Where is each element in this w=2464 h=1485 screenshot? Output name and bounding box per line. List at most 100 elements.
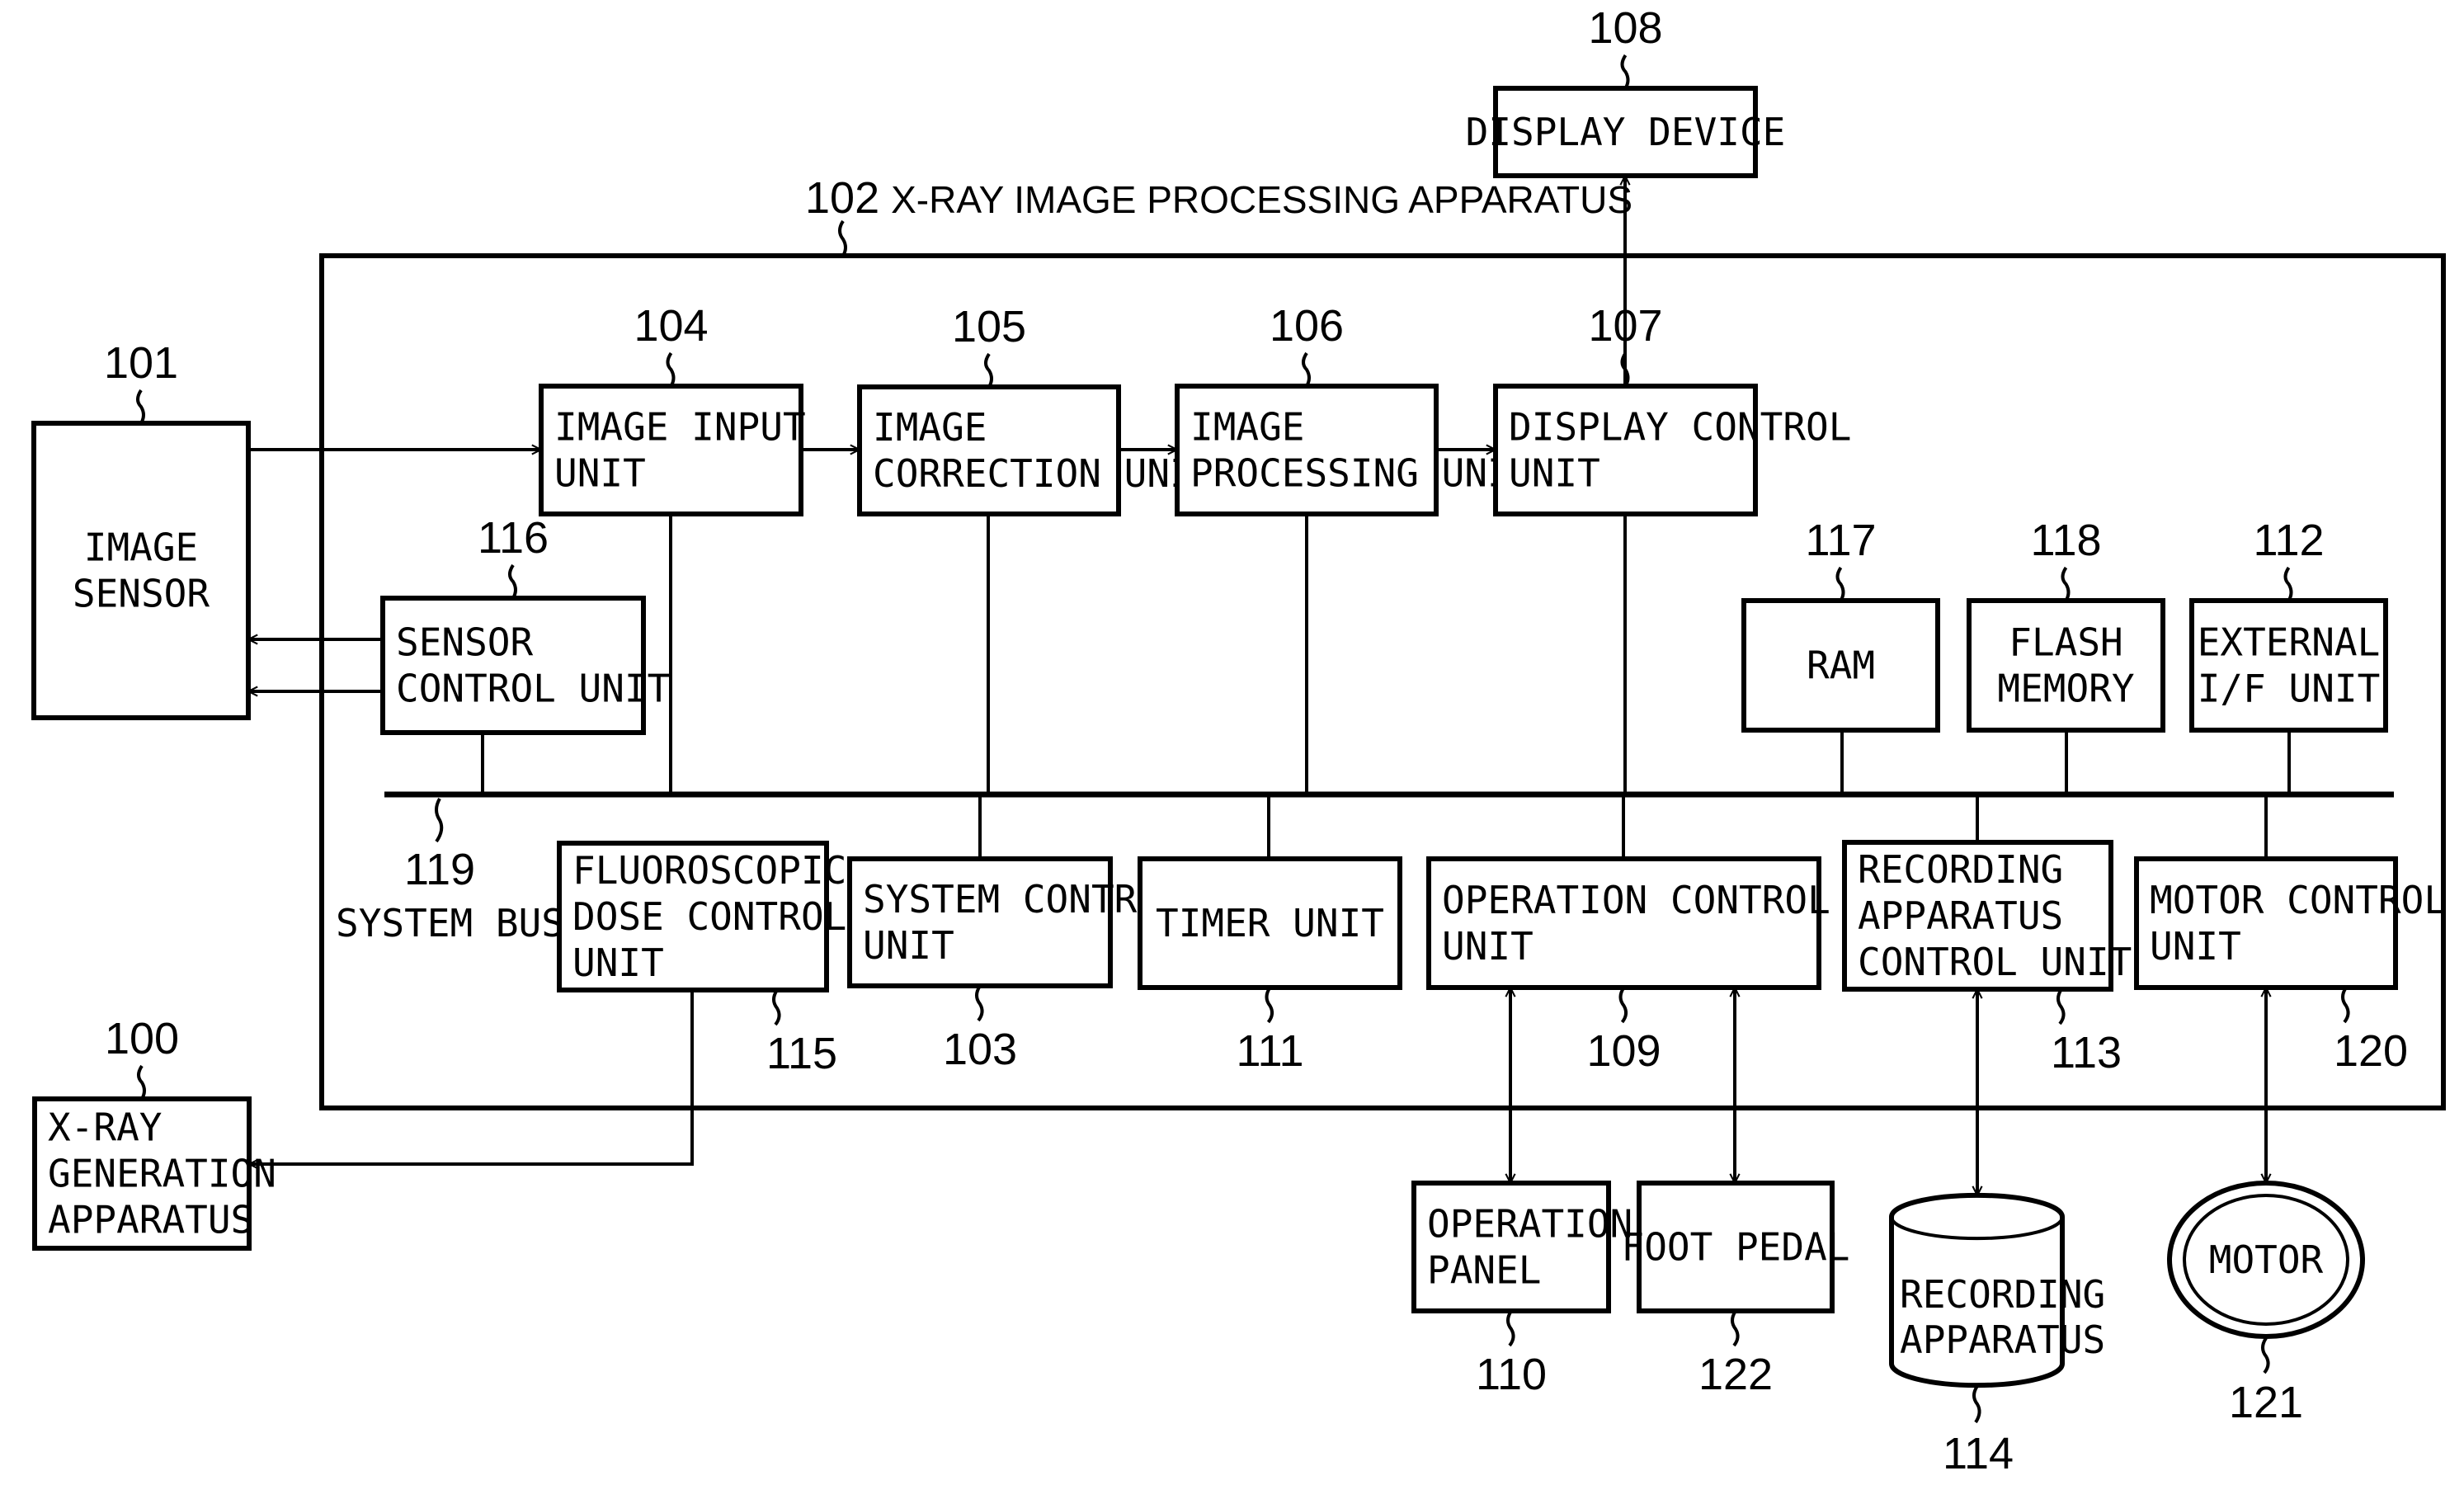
fluoroscopic-dose-block: FLUOROSCOPICDOSE CONTROLUNIT 115 — [557, 841, 846, 1078]
ram-label-line-1: RAM — [1807, 644, 1875, 688]
recording-control-block: RECORDINGAPPARATUSCONTROL UNIT 113 — [1842, 840, 2132, 1077]
ref-101: 101 — [104, 338, 178, 388]
image-processing-block: IMAGEPROCESSING UNIT 106 — [1175, 301, 1533, 516]
leader-116 — [508, 563, 517, 600]
operation-panel-label-line-2: PANEL — [1427, 1248, 1541, 1293]
ref-120: 120 — [2334, 1026, 2408, 1076]
ref-108: 108 — [1588, 3, 1662, 53]
leader-108 — [1620, 54, 1630, 90]
ref-122: 122 — [1698, 1350, 1773, 1399]
recording-apparatus-line-1: RECORDING — [1900, 1272, 2105, 1317]
leader-101 — [136, 389, 145, 425]
fluoroscopic-dose-label-line-3: UNIT — [572, 940, 664, 985]
ref-103: 103 — [943, 1025, 1017, 1074]
xray-generation-label-line-3: APPARATUS — [48, 1198, 253, 1242]
image-correction-label-line-2: CORRECTION UNIT — [873, 451, 1215, 496]
ref-105: 105 — [952, 302, 1026, 351]
motor: MOTOR 121 — [2167, 1181, 2365, 1427]
operation-panel-label-line-1: OPERATION — [1427, 1202, 1632, 1247]
external-if-block: EXTERNALI/F UNIT 112 — [2189, 516, 2388, 733]
ref-113: 113 — [2051, 1028, 2122, 1077]
ref-104: 104 — [634, 301, 708, 351]
image-sensor-box — [31, 421, 251, 720]
display-device-block: DISPLAY DEVICE 108 — [1466, 3, 1786, 178]
foot-pedal-block: FOOT PEDAL 122 — [1622, 1181, 1850, 1399]
leader-122 — [1731, 1309, 1740, 1347]
xray-generation-block: X-RAYGENERATIONAPPARATUS 100 — [32, 1014, 276, 1251]
recording-control-label-line-2: APPARATUS — [1858, 893, 2063, 938]
fluoroscopic-dose-label-line-2: DOSE CONTROL — [572, 894, 846, 939]
sensor-control-box — [380, 596, 646, 735]
fluoroscopic-dose-label-line-1: FLUOROSCOPIC — [572, 848, 846, 893]
leader-105 — [984, 352, 993, 389]
image-input-block: IMAGE INPUTUNIT 104 — [539, 301, 806, 516]
ref-106: 106 — [1270, 301, 1344, 351]
motor-control-label-line-1: MOTOR CONTROL — [2150, 878, 2447, 922]
display-control-label-line-2: UNIT — [1509, 451, 1600, 496]
external-if-label-line-1: EXTERNAL — [2198, 620, 2381, 665]
leader-113 — [2056, 988, 2066, 1025]
recording-apparatus-line-2: APPARATUS — [1900, 1318, 2105, 1362]
image-processing-label-line-2: PROCESSING UNIT — [1190, 451, 1533, 496]
leader-104 — [666, 351, 676, 388]
operation-panel-block: OPERATIONPANEL 110 — [1411, 1181, 1632, 1399]
leader-115 — [772, 988, 781, 1026]
xray-generation-label-line-2: GENERATION — [48, 1152, 276, 1196]
display-device-label-line-1: DISPLAY DEVICE — [1466, 110, 1786, 154]
image-correction-block: IMAGECORRECTION UNIT 105 — [857, 302, 1215, 516]
recording-control-label-line-1: RECORDING — [1858, 847, 2063, 892]
operation-control-label-line-1: OPERATION CONTROL — [1442, 878, 1830, 922]
ref-116: 116 — [478, 513, 549, 563]
ref-114: 114 — [1943, 1429, 2014, 1478]
ref-107: 107 — [1588, 301, 1662, 351]
image-sensor-label-line-2: SENSOR — [73, 572, 210, 616]
flash-memory-label-line-2: MEMORY — [1997, 667, 2134, 711]
block-diagram: 102 X-RAY IMAGE PROCESSING APPARATUS 119 … — [31, 3, 2447, 1478]
leader-100 — [137, 1064, 146, 1101]
system-bus-label: SYSTEM BUS — [336, 901, 564, 945]
recording-apparatus: RECORDING APPARATUS 114 — [1889, 1192, 2105, 1478]
system-control-block: SYSTEM CONTROLUNIT 103 — [847, 856, 1183, 1074]
display-control-block: DISPLAY CONTROLUNIT 107 — [1493, 301, 1851, 516]
motor-control-label-line-2: UNIT — [2150, 924, 2241, 969]
flash-memory-label-line-1: FLASH — [2009, 620, 2122, 665]
sensor-control-label-line-1: SENSOR — [396, 620, 533, 665]
external-if-label-line-2: I/F UNIT — [2198, 667, 2381, 711]
motor-label: MOTOR — [2209, 1238, 2324, 1282]
operation-control-label-line-2: UNIT — [1442, 924, 1534, 969]
image-input-label-line-1: IMAGE INPUT — [554, 405, 806, 450]
leader-118 — [2061, 566, 2071, 602]
image-processing-label-line-1: IMAGE — [1190, 405, 1304, 450]
ref-110: 110 — [1476, 1350, 1547, 1399]
recording-control-label-line-3: CONTROL UNIT — [1858, 940, 2132, 984]
leader-106 — [1302, 351, 1311, 388]
leader-103 — [975, 984, 984, 1022]
system-control-label-line-1: SYSTEM CONTROL — [863, 877, 1183, 922]
foot-pedal-label-line-1: FOOT PEDAL — [1622, 1225, 1850, 1270]
display-control-label-line-1: DISPLAY CONTROL — [1509, 405, 1851, 450]
ref-121: 121 — [2229, 1378, 2303, 1427]
apparatus-title: 102 X-RAY IMAGE PROCESSING APPARATUS — [805, 173, 1632, 223]
ref-112: 112 — [2253, 516, 2324, 565]
ref-117: 117 — [1805, 516, 1876, 565]
operation-control-block: OPERATION CONTROLUNIT 109 — [1426, 856, 1830, 1076]
motor-control-block: MOTOR CONTROLUNIT 120 — [2134, 856, 2447, 1076]
ref-118: 118 — [2030, 516, 2101, 565]
ref-111: 111 — [1236, 1026, 1303, 1076]
ref-109: 109 — [1586, 1026, 1661, 1076]
image-sensor-block: IMAGESENSOR 101 — [31, 338, 251, 720]
image-input-label-line-2: UNIT — [554, 451, 646, 496]
ref-115: 115 — [766, 1029, 837, 1078]
arrow-to-xray-generation — [249, 990, 694, 1164]
leader-120 — [2341, 986, 2350, 1024]
sensor-control-block: SENSORCONTROL UNIT 116 — [380, 513, 670, 735]
ref-100: 100 — [105, 1014, 179, 1063]
leader-109 — [1618, 986, 1628, 1024]
timer-label-line-1: TIMER UNIT — [1156, 901, 1384, 945]
xray-generation-label-line-1: X-RAY — [48, 1106, 162, 1150]
image-correction-label-line-1: IMAGE — [873, 405, 987, 450]
leader-119 — [435, 798, 444, 843]
leader-111 — [1265, 986, 1274, 1024]
leader-112 — [2283, 566, 2293, 602]
timer-block: TIMER UNIT 111 — [1138, 856, 1402, 1076]
